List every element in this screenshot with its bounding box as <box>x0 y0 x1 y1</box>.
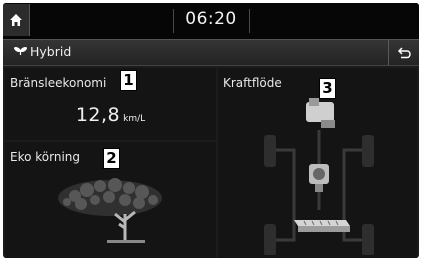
fuel-economy-panel[interactable]: Bränsleekonomi 1 12,8 km/L <box>5 68 216 140</box>
back-button[interactable] <box>388 40 419 65</box>
fuel-number: 12,8 <box>75 104 121 126</box>
eco-tree-icon <box>58 178 162 243</box>
fuel-economy-value: 12,8 km/L <box>5 104 216 126</box>
wheel-front-left <box>264 135 276 167</box>
home-icon <box>10 14 22 26</box>
power-flow-panel[interactable]: Kraftflöde 3 <box>218 68 417 258</box>
eco-driving-panel[interactable]: Eko körning 2 <box>5 142 216 258</box>
status-bar: 06:20 <box>3 3 419 39</box>
title-bar: Hybrid <box>3 39 419 66</box>
battery-icon <box>294 220 350 232</box>
power-flow-label: Kraftflöde <box>223 76 282 90</box>
wheel-front-right <box>362 135 374 167</box>
power-flow-diagram <box>264 98 374 255</box>
motor-icon <box>309 164 329 192</box>
eco-driving-label: Eko körning <box>10 150 81 164</box>
leaf-icon <box>14 47 27 55</box>
home-button[interactable] <box>3 4 30 36</box>
callout-1: 1 <box>120 70 137 91</box>
callout-2: 2 <box>103 148 120 169</box>
clock: 06:20 <box>185 9 237 29</box>
fuel-unit: km/L <box>123 114 146 124</box>
wheel-rear-right <box>362 224 374 255</box>
wheel-rear-left <box>264 224 276 255</box>
back-arrow-icon <box>397 46 411 58</box>
engine-icon <box>306 98 335 128</box>
hybrid-screen: 06:20 Hybrid Bränsleekonomi 1 12,8 km/L E… <box>3 3 419 258</box>
screen-title: Hybrid <box>30 44 72 59</box>
status-divider <box>249 9 250 33</box>
fuel-economy-label: Bränsleekonomi <box>10 76 107 90</box>
